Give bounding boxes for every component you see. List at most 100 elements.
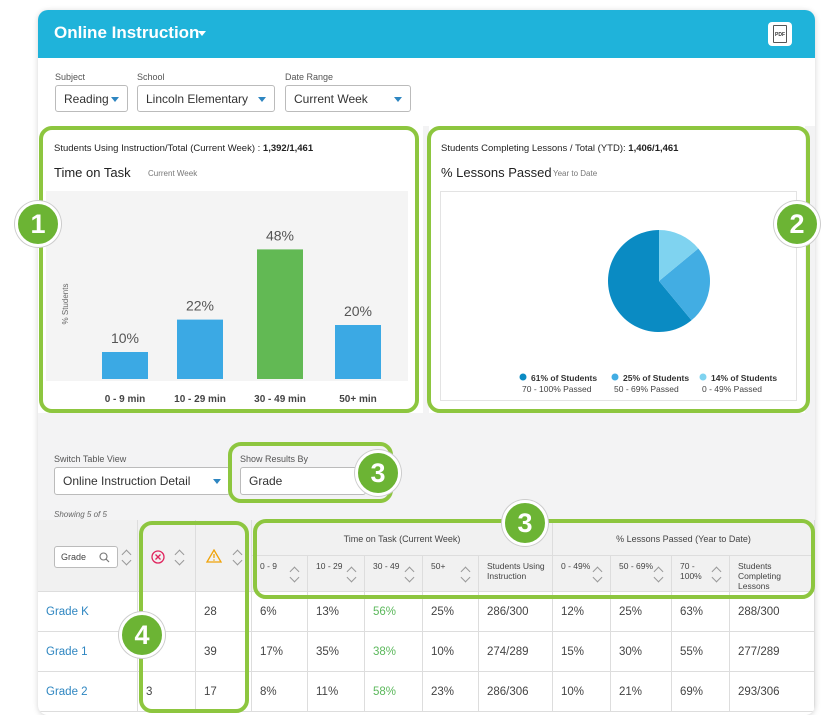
table-cell: 12% [553, 592, 611, 632]
table-cell-text: 25% [431, 605, 455, 618]
table-cell: 25% [423, 592, 479, 632]
category-label: 50+ min [339, 394, 377, 405]
school-label: School [137, 72, 165, 82]
bar-value-label: 20% [344, 303, 372, 319]
column-header: 70 - 100% [672, 556, 730, 592]
table-cell: 8% [252, 672, 308, 712]
category-label: 0 - 9 min [105, 394, 146, 405]
grade-link-text[interactable]: Grade 2 [46, 686, 88, 698]
show-results-by-select[interactable]: Grade [240, 467, 366, 495]
callout-badge-4: 4 [119, 612, 165, 658]
table-cell: 286/300 [479, 592, 553, 632]
table-cell-text: 17% [260, 645, 284, 658]
table-cell: 21% [611, 672, 672, 712]
legend-dot [699, 373, 707, 381]
sort-icon[interactable] [175, 549, 185, 565]
table-cell-text: 38% [373, 645, 397, 658]
chevron-down-icon [394, 97, 402, 102]
header-bar: Online Instruction PDF [38, 10, 815, 58]
bar-1 [177, 319, 223, 379]
warning-count-cell-text: 17 [204, 685, 217, 698]
legend-subtitle: 0 - 49% Passed [702, 384, 762, 394]
table-cell-text: 56% [373, 605, 397, 618]
callout-badge-2: 2 [774, 201, 820, 247]
column-header-label: Students Using Instruction [487, 561, 545, 581]
table-cell: 286/306 [479, 672, 553, 712]
table-cell: 25% [611, 592, 672, 632]
sort-icon[interactable] [654, 566, 664, 582]
sort-icon[interactable] [461, 566, 471, 582]
table-cell-text: 288/300 [738, 605, 780, 618]
sort-icon[interactable] [347, 566, 357, 582]
table-cell-text: 286/300 [487, 605, 529, 618]
warning-icon [206, 549, 222, 563]
column-header: Students Completing Lessons [730, 556, 815, 592]
column-header-label: 0 - 9 [260, 561, 278, 571]
sort-icon[interactable] [290, 566, 300, 582]
table-cell-text: 63% [680, 605, 704, 618]
sort-icon[interactable] [593, 566, 603, 582]
table-cell: 55% [672, 632, 730, 672]
table-cell-text: 8% [260, 685, 277, 698]
grade-header-label: Grade [61, 552, 87, 562]
table-cell: 10% [553, 672, 611, 712]
date-range-select[interactable]: Current Week [285, 85, 411, 112]
legend-title: 61% of Students [531, 373, 597, 383]
table-cell-text: 30% [619, 645, 643, 658]
table-cell-text: 286/306 [487, 685, 529, 698]
table-cell-text: 6% [260, 605, 277, 618]
column-header-label: 10 - 29 [316, 561, 343, 571]
table-cell-text: 12% [561, 605, 585, 618]
sort-icon[interactable] [405, 566, 415, 582]
bar-2 [257, 249, 303, 379]
grade-link-text[interactable]: Grade K [46, 606, 89, 618]
bar-value-label: 48% [266, 227, 294, 243]
table-cell: 277/289 [730, 632, 815, 672]
table-cell-text: 25% [619, 605, 643, 618]
subject-label: Subject [55, 72, 86, 82]
pdf-export-button[interactable]: PDF [768, 22, 792, 46]
column-header: 0 - 9 [252, 556, 308, 592]
table-cell-text: 23% [431, 685, 455, 698]
grade-search-input[interactable]: Grade [54, 546, 118, 568]
page-title-dropdown[interactable]: Online Instruction [54, 23, 199, 43]
table-cell: 63% [672, 592, 730, 632]
bar-3 [335, 325, 381, 379]
error-count-cell: 3 [138, 672, 196, 712]
table-cell-text: 274/289 [487, 645, 529, 658]
warning-count-cell: 17 [196, 672, 252, 712]
switch-table-view-select[interactable]: Online Instruction Detail [54, 467, 230, 495]
grade-link[interactable]: Grade 2 [38, 672, 138, 712]
column-header: 30 - 49 [365, 556, 423, 592]
online-instruction-card: Online Instruction PDF Subject Reading S… [38, 10, 815, 715]
chevron-down-icon[interactable] [198, 31, 206, 36]
sort-icon[interactable] [122, 549, 132, 565]
time-on-task-panel: Students Using Instruction/Total (Curren… [38, 126, 423, 413]
bar-value-label: 10% [111, 330, 139, 346]
table-cell: 30% [611, 632, 672, 672]
sort-icon[interactable] [233, 549, 243, 565]
subject-value: Reading [64, 92, 109, 106]
table-cell: 288/300 [730, 592, 815, 632]
filters-bar: Subject Reading School Lincoln Elementar… [38, 58, 815, 126]
warning-count-cell: 28 [196, 592, 252, 632]
bar-0 [102, 352, 148, 379]
school-select[interactable]: Lincoln Elementary [137, 85, 275, 112]
legend-title: 14% of Students [711, 373, 777, 383]
warning-count-cell-text: 28 [204, 605, 217, 618]
error-count-cell-text: 3 [146, 685, 153, 698]
date-range-label: Date Range [285, 72, 334, 82]
legend-dot [519, 373, 527, 381]
table-cell-text: 21% [619, 685, 643, 698]
subject-select[interactable]: Reading [55, 85, 128, 112]
switch-table-view-value: Online Instruction Detail [63, 474, 191, 488]
grade-link-text[interactable]: Grade 1 [46, 646, 88, 658]
sort-icon[interactable] [712, 566, 722, 582]
pdf-icon: PDF [773, 25, 787, 43]
showing-count: Showing 5 of 5 [54, 510, 107, 519]
table-cell-text: 35% [316, 645, 340, 658]
chevron-down-icon [213, 479, 221, 484]
time-on-task-bar-chart: % Students 10% 0 - 9 min 22% 10 - 29 min 48% 3… [61, 227, 381, 405]
table-cell-text: 15% [561, 645, 585, 658]
column-header: Students Using Instruction [479, 556, 553, 592]
